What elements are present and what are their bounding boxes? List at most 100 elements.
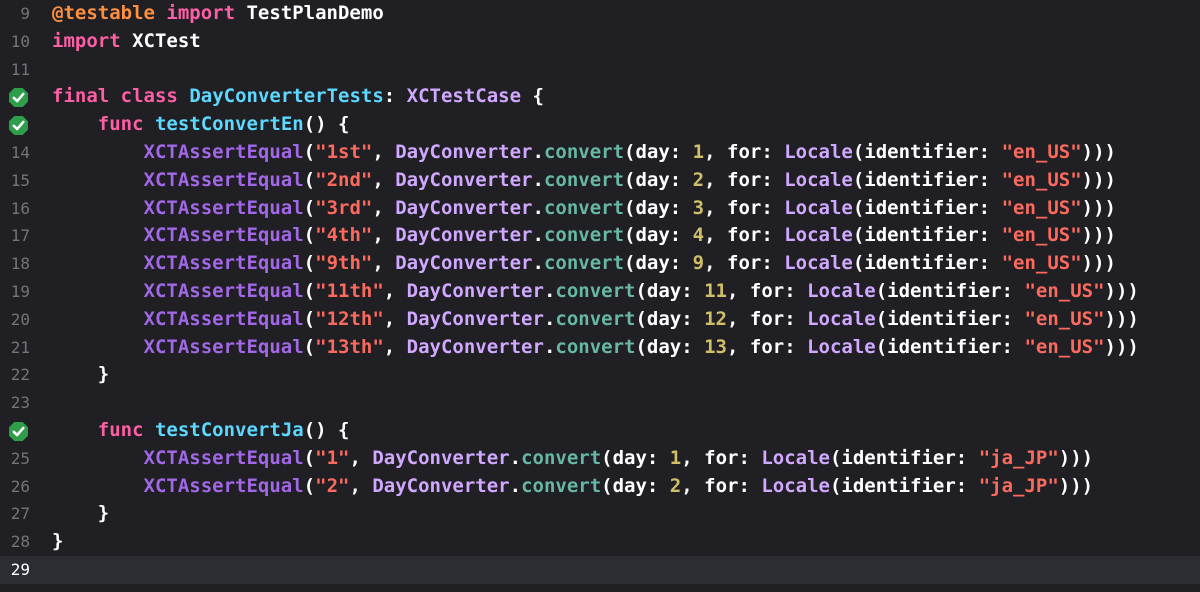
line-gutter[interactable]: 22 <box>0 361 42 389</box>
line-gutter[interactable]: 20 <box>0 306 42 334</box>
code-token: , for: <box>681 474 762 497</box>
code-token: } <box>52 530 64 553</box>
code-token: XCTest <box>120 29 201 52</box>
code-line[interactable]: 15 XCTAssertEqual("2nd", DayConverter.co… <box>0 167 1200 195</box>
code-line[interactable]: 21 XCTAssertEqual("13th", DayConverter.c… <box>0 334 1200 362</box>
code-token: DayConverter <box>395 196 533 219</box>
test-passed-icon[interactable] <box>8 115 29 136</box>
line-number: 10 <box>10 31 30 51</box>
code-token: (identifier: <box>829 446 979 469</box>
code-line[interactable]: func testConvertJa() { <box>0 417 1200 445</box>
code-text[interactable]: XCTAssertEqual("2", DayConverter.convert… <box>42 473 1200 501</box>
code-line[interactable]: 14 XCTAssertEqual("1st", DayConverter.co… <box>0 139 1200 167</box>
code-line[interactable]: 26 XCTAssertEqual("2", DayConverter.conv… <box>0 473 1200 501</box>
test-passed-icon[interactable] <box>8 87 29 108</box>
code-text[interactable]: XCTAssertEqual("2nd", DayConverter.conve… <box>42 167 1200 195</box>
code-line[interactable]: 23 <box>0 389 1200 417</box>
code-token: , <box>349 474 373 497</box>
code-text[interactable]: func testConvertEn() { <box>42 111 1200 139</box>
code-line[interactable]: final class DayConverterTests: XCTestCas… <box>0 83 1200 111</box>
line-gutter[interactable]: 15 <box>0 167 42 195</box>
code-token: . <box>532 196 544 219</box>
code-line[interactable]: 27 } <box>0 500 1200 528</box>
code-token: , for: <box>704 196 785 219</box>
code-line[interactable]: 10 import XCTest <box>0 28 1200 56</box>
line-gutter[interactable]: 26 <box>0 473 42 501</box>
code-text[interactable]: XCTAssertEqual("13th", DayConverter.conv… <box>42 334 1200 362</box>
line-gutter[interactable] <box>0 83 42 111</box>
code-token: , <box>383 335 407 358</box>
code-text[interactable]: } <box>42 500 1200 528</box>
line-gutter[interactable]: 19 <box>0 278 42 306</box>
code-text[interactable]: import XCTest <box>42 28 1200 56</box>
code-token: , <box>372 140 396 163</box>
code-line[interactable]: 20 XCTAssertEqual("12th", DayConverter.c… <box>0 306 1200 334</box>
code-text[interactable]: XCTAssertEqual("11th", DayConverter.conv… <box>42 278 1200 306</box>
line-gutter[interactable]: 23 <box>0 389 42 417</box>
code-token: , for: <box>727 335 808 358</box>
code-line[interactable]: 16 XCTAssertEqual("3rd", DayConverter.co… <box>0 195 1200 223</box>
test-passed-icon[interactable] <box>8 421 29 442</box>
code-token: Locale <box>784 140 853 163</box>
line-gutter[interactable]: 28 <box>0 528 42 556</box>
code-token: DayConverter <box>372 474 510 497</box>
code-text[interactable]: XCTAssertEqual("1st", DayConverter.conve… <box>42 139 1200 167</box>
code-line[interactable]: 25 XCTAssertEqual("1", DayConverter.conv… <box>0 445 1200 473</box>
code-token: XCTAssertEqual <box>143 446 304 469</box>
code-text[interactable]: XCTAssertEqual("3rd", DayConverter.conve… <box>42 195 1200 223</box>
code-token: XCTAssertEqual <box>143 307 304 330</box>
code-token: . <box>543 307 556 330</box>
code-line[interactable]: 11 <box>0 56 1200 84</box>
code-token: ( <box>303 196 316 219</box>
code-line[interactable]: 9 @testable import TestPlanDemo <box>0 0 1200 28</box>
code-token: convert <box>555 335 636 358</box>
line-gutter[interactable] <box>0 417 42 445</box>
code-text[interactable]: } <box>42 528 1200 556</box>
code-text[interactable]: } <box>42 361 1200 389</box>
code-text[interactable]: @testable import TestPlanDemo <box>42 0 1200 28</box>
line-gutter[interactable]: 18 <box>0 250 42 278</box>
line-gutter[interactable]: 9 <box>0 0 42 28</box>
code-line[interactable]: 29 <box>0 555 1200 584</box>
code-token: XCTAssertEqual <box>143 224 304 247</box>
code-line[interactable]: 17 XCTAssertEqual("4th", DayConverter.co… <box>0 222 1200 250</box>
line-gutter[interactable]: 27 <box>0 500 42 528</box>
code-token: "en_US" <box>1024 279 1105 302</box>
code-line[interactable]: 18 XCTAssertEqual("9th", DayConverter.co… <box>0 250 1200 278</box>
line-number: 21 <box>10 337 30 357</box>
line-gutter[interactable] <box>0 111 42 139</box>
line-gutter[interactable]: 21 <box>0 334 42 362</box>
line-gutter[interactable]: 14 <box>0 139 42 167</box>
code-text[interactable]: XCTAssertEqual("12th", DayConverter.conv… <box>42 306 1200 334</box>
code-token: ))) <box>1104 279 1139 302</box>
line-gutter[interactable]: 16 <box>0 195 42 223</box>
line-gutter[interactable]: 10 <box>0 28 42 56</box>
code-line[interactable]: func testConvertEn() { <box>0 111 1200 139</box>
line-gutter[interactable]: 17 <box>0 222 42 250</box>
code-token: (day: <box>601 474 670 497</box>
line-gutter[interactable]: 11 <box>0 56 42 84</box>
code-line[interactable]: 28} <box>0 528 1200 556</box>
code-text[interactable]: final class DayConverterTests: XCTestCas… <box>42 83 1200 111</box>
code-token: "en_US" <box>1001 224 1082 247</box>
code-line[interactable]: 19 XCTAssertEqual("11th", DayConverter.c… <box>0 278 1200 306</box>
code-line[interactable]: 22 } <box>0 361 1200 389</box>
code-text[interactable]: XCTAssertEqual("4th", DayConverter.conve… <box>42 222 1200 250</box>
code-token: DayConverter <box>406 279 544 302</box>
code-token: 1 <box>669 446 682 469</box>
code-text[interactable]: XCTAssertEqual("1", DayConverter.convert… <box>42 445 1200 473</box>
code-token: convert <box>543 252 625 275</box>
code-token: "en_US" <box>1024 307 1105 330</box>
line-gutter[interactable]: 29 <box>0 556 42 584</box>
code-token: "4th" <box>315 224 373 247</box>
line-gutter[interactable]: 25 <box>0 445 42 473</box>
code-token: "1st" <box>315 140 373 163</box>
code-token: . <box>532 252 544 275</box>
code-editor[interactable]: 9 @testable import TestPlanDemo 10 import X… <box>0 0 1200 592</box>
code-text[interactable]: XCTAssertEqual("9th", DayConverter.conve… <box>42 250 1200 278</box>
code-token: convert <box>543 140 625 163</box>
code-text[interactable]: func testConvertJa() { <box>42 417 1200 445</box>
code-token: ))) <box>1081 224 1116 247</box>
